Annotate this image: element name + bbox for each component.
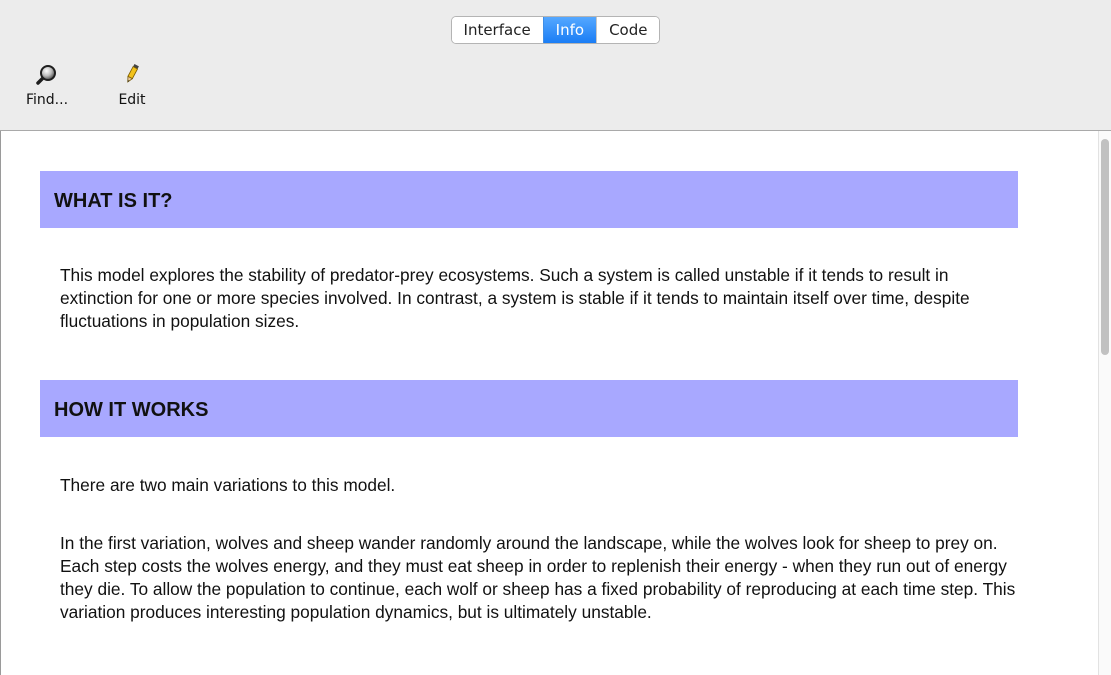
pencil-icon [118,60,146,88]
info-document: WHAT IS IT? This model explores the stab… [0,131,1098,675]
paragraph-what-is-it: This model explores the stability of pre… [60,265,970,331]
view-tab-bar: Interface Info Code [0,16,1111,44]
edit-button[interactable]: Edit [118,60,146,108]
scrollbar-thumb[interactable] [1101,139,1109,355]
section-heading-what-is-it: WHAT IS IT? [40,171,1018,228]
segmented-control: Interface Info Code [450,16,661,44]
info-content-pane[interactable]: WHAT IS IT? This model explores the stab… [0,131,1111,675]
info-toolbar: Find... Edit [0,58,1111,128]
tab-interface[interactable]: Interface [451,17,543,43]
tab-code[interactable]: Code [596,17,660,43]
paragraph-how-it-works-first-variation: In the first variation, wolves and sheep… [60,533,1016,622]
paragraph-how-it-works-intro: There are two main variations to this mo… [60,475,396,495]
vertical-scrollbar[interactable] [1098,131,1111,675]
find-label: Find... [26,92,69,108]
content-left-border [0,131,1,675]
find-button[interactable]: Find... [26,60,68,108]
magnifier-icon [33,60,61,88]
section-heading-how-it-works: HOW IT WORKS [40,380,1018,437]
netlogo-window: Interface Info Code Find... Edit WHAT IS… [0,0,1111,675]
edit-label: Edit [118,92,146,108]
tab-info[interactable]: Info [542,17,597,43]
